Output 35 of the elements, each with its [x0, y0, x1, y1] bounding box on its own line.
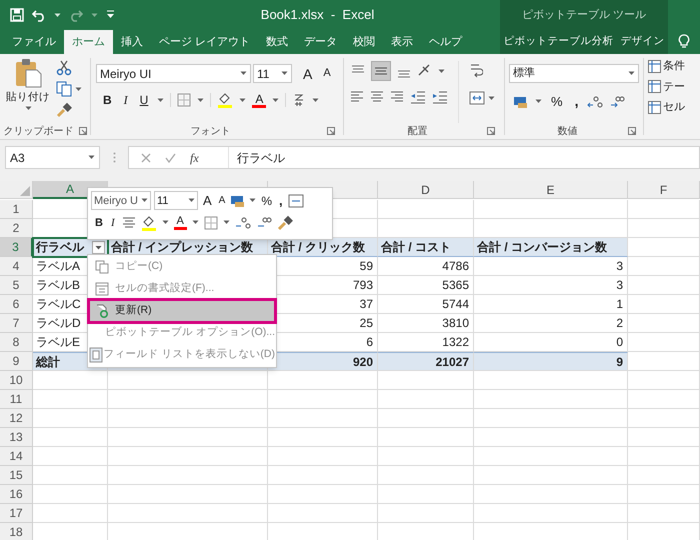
table-cell-text: 1322 [442, 334, 469, 351]
table-cell-text: ラベルD [36, 315, 81, 332]
table-cell-text: ラベルE [36, 334, 80, 351]
window-title: Book1.xlsx - Excel [260, 6, 376, 24]
table-cell-text: 総計 [36, 354, 60, 370]
table-cell-text: 合計 / コンバージョン数 [477, 239, 608, 256]
table-cell-text: 5744 [442, 296, 469, 313]
table-cell-text: 793 [352, 277, 373, 294]
group-label: 配置 [408, 124, 428, 138]
table-cell-text: 3810 [442, 315, 469, 332]
table-cell-text: 59 [360, 258, 373, 275]
table-cell-text: 4786 [442, 258, 469, 275]
table-cell-text: 6 [366, 334, 373, 351]
table-cell-text: 2 [616, 315, 623, 332]
table-cell-text: 37 [360, 296, 373, 313]
table-cell-text: 5365 [442, 277, 469, 294]
table-cell-text: 合計 / インプレッション数 [111, 239, 254, 256]
table-cell-text: 0 [616, 334, 623, 351]
table-cell-text: 合計 / クリック数 [271, 239, 366, 256]
contextual-tab-group-title: ピボットテーブル ツール [522, 8, 646, 23]
group-label: クリップボード [4, 124, 74, 138]
table-cell-text: 1 [616, 296, 623, 313]
table-cell-text: 合計 / コスト [381, 239, 452, 256]
group-label: 数値 [558, 124, 578, 138]
table-cell-text: ラベルC [36, 296, 81, 313]
table-cell-text: ラベルA [36, 258, 80, 275]
table-cell-text: 25 [360, 315, 373, 332]
table-cell-text: 9 [616, 354, 623, 370]
table-cell-text: 3 [616, 277, 623, 294]
table-cell-text: 行ラベル [36, 239, 84, 256]
table-cell-text: 21027 [436, 354, 469, 370]
table-cell-text: 920 [352, 354, 373, 370]
group-label: フォント [190, 124, 230, 138]
table-cell-text: ラベルB [36, 277, 80, 294]
table-cell-text: 3 [616, 258, 623, 275]
